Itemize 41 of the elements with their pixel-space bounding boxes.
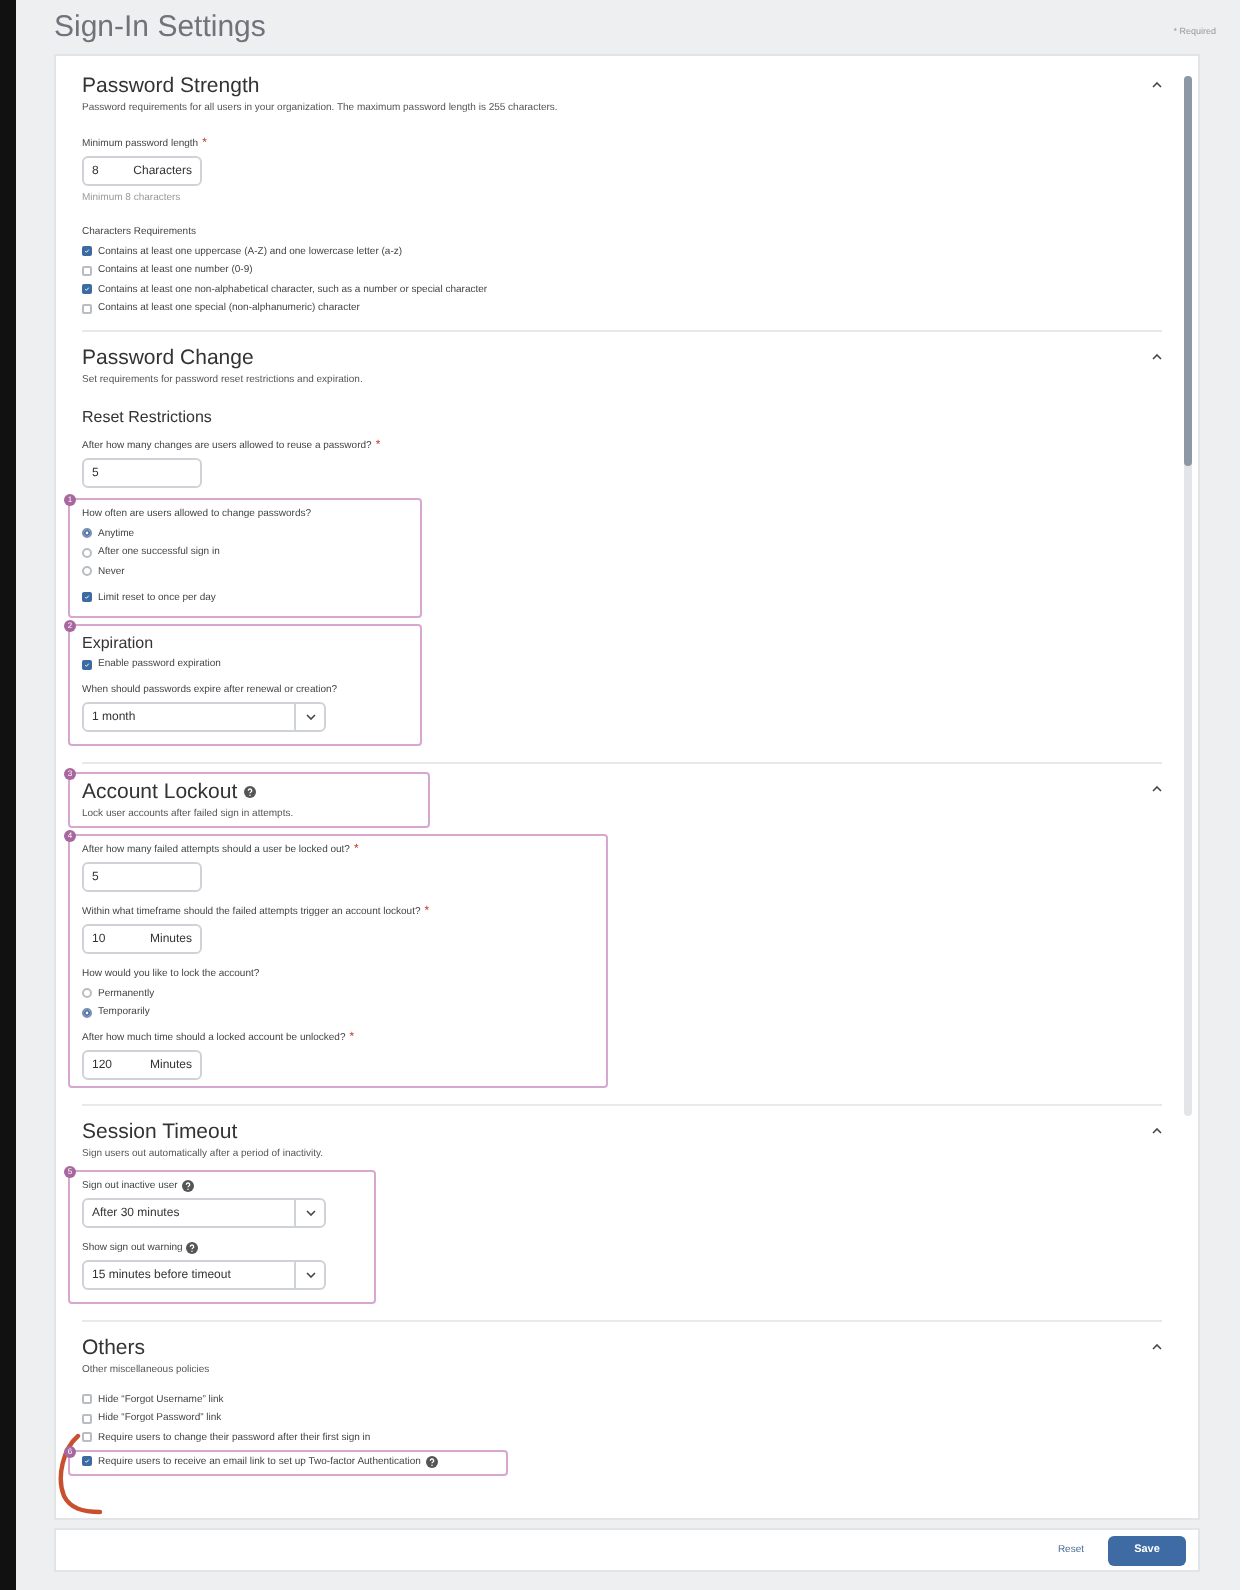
collapse-icon[interactable] xyxy=(1152,1344,1162,1350)
checkbox[interactable] xyxy=(82,265,92,275)
help-icon[interactable] xyxy=(243,786,256,798)
checkbox[interactable] xyxy=(82,284,92,294)
checkbox[interactable] xyxy=(82,1394,92,1404)
expand-icon[interactable] xyxy=(305,1210,315,1216)
checkmark-icon xyxy=(84,286,90,292)
collapse-icon[interactable] xyxy=(1152,354,1162,360)
checkmark-icon xyxy=(84,1458,90,1464)
radio-button[interactable] xyxy=(82,547,92,557)
help-icon[interactable] xyxy=(186,1242,199,1254)
checkbox[interactable] xyxy=(82,1432,92,1442)
checkmark-icon xyxy=(84,248,90,254)
help-icon[interactable] xyxy=(426,1455,439,1467)
subheading: Reset Restrictions xyxy=(82,408,214,426)
collapse-icon[interactable] xyxy=(1152,82,1162,88)
subheading: Expiration xyxy=(82,633,156,651)
checkbox[interactable] xyxy=(82,246,92,256)
checkbox[interactable] xyxy=(82,303,92,313)
help-icon[interactable] xyxy=(181,1180,194,1192)
radio-button[interactable] xyxy=(82,528,92,538)
section-title: Password Change xyxy=(82,346,254,370)
checkbox[interactable] xyxy=(82,659,92,669)
expand-icon[interactable] xyxy=(305,1272,315,1278)
scrollbar[interactable] xyxy=(1184,76,1192,1116)
section-title: Account Lockout xyxy=(82,780,238,804)
radio-button[interactable] xyxy=(82,566,92,576)
checkmark-icon xyxy=(84,594,90,600)
page-title: Sign-In Settings xyxy=(54,10,266,48)
section-title: Password Strength xyxy=(82,74,260,98)
radio-button[interactable] xyxy=(82,1007,92,1017)
section-title: Others xyxy=(82,1336,146,1360)
collapse-icon[interactable] xyxy=(1152,1128,1162,1134)
checkbox[interactable] xyxy=(82,1413,92,1423)
radio-button[interactable] xyxy=(82,988,92,998)
checkbox[interactable] xyxy=(82,1456,92,1466)
checkmark-icon xyxy=(84,661,90,667)
expand-icon[interactable] xyxy=(305,714,315,720)
section-title: Session Timeout xyxy=(82,1120,238,1144)
checkbox[interactable] xyxy=(82,592,92,602)
collapse-icon[interactable] xyxy=(1152,786,1162,792)
